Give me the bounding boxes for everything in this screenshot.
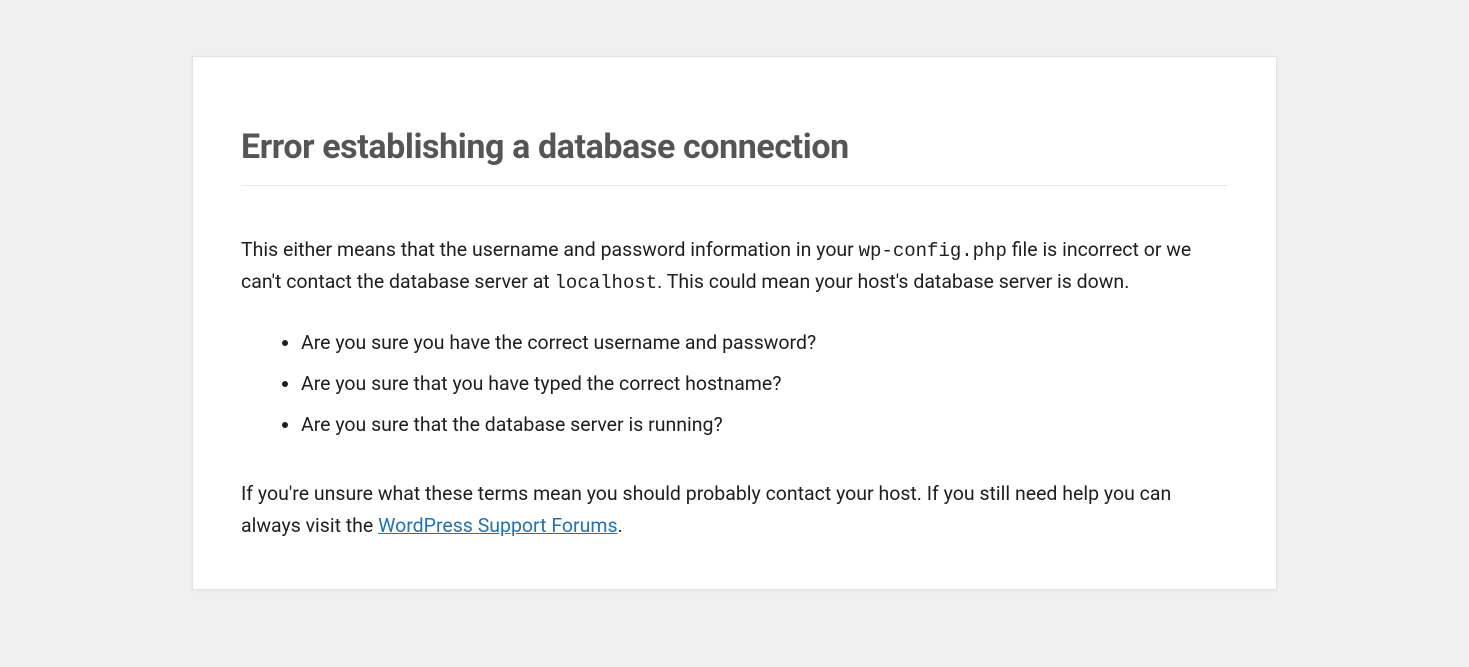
intro-text-1: This either means that the username and … [241,238,859,261]
error-outro: If you're unsure what these terms mean y… [241,478,1228,540]
list-item: Are you sure you have the correct userna… [301,327,1228,358]
error-title: Error establishing a database connection [241,77,1228,186]
outro-text-2: . [618,514,623,537]
localhost-code: localhost [555,272,658,294]
list-item: Are you sure that the database server is… [301,409,1228,440]
wp-config-code: wp-config.php [859,240,1007,262]
intro-text-3: . This could mean your host's database s… [657,270,1129,293]
error-container: Error establishing a database connection… [192,56,1277,590]
error-checklist: Are you sure you have the correct userna… [241,327,1228,441]
list-item: Are you sure that you have typed the cor… [301,368,1228,399]
error-intro: This either means that the username and … [241,234,1228,299]
support-forums-link[interactable]: WordPress Support Forums [378,514,617,537]
